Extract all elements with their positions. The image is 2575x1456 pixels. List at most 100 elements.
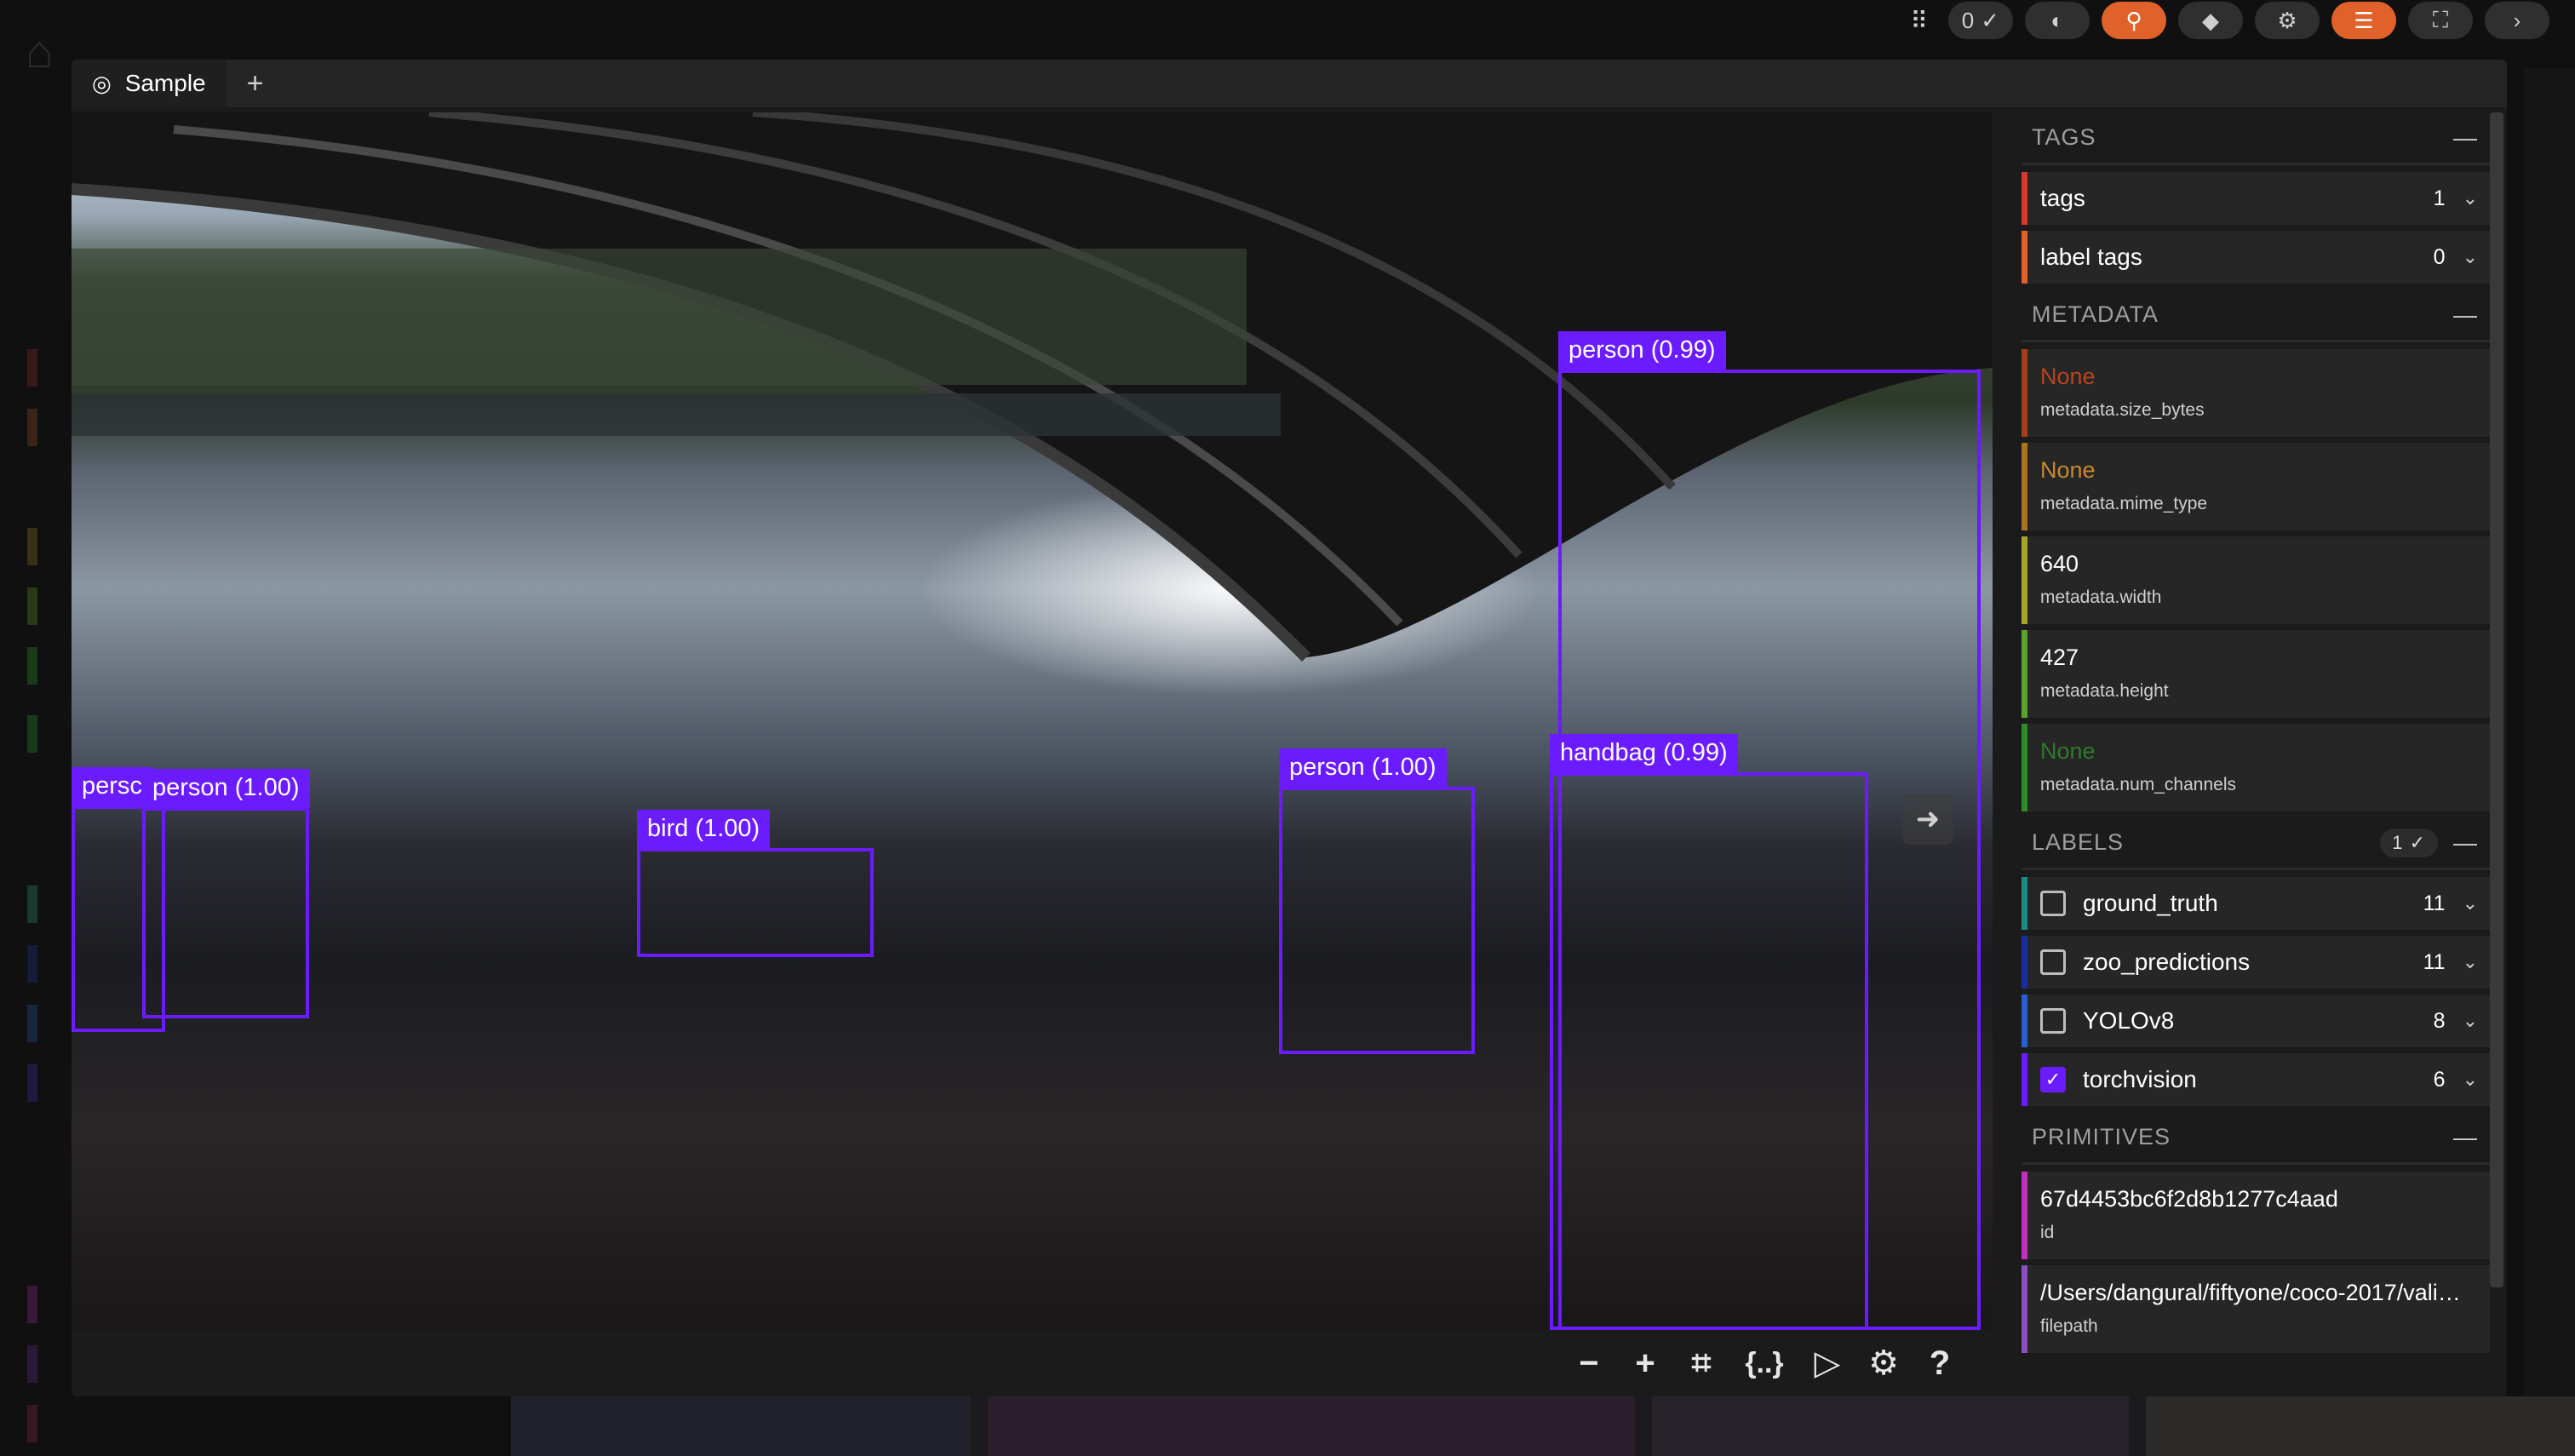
tags-group-header[interactable]: TAGS — bbox=[2022, 112, 2490, 165]
metadata-group-header[interactable]: METADATA — bbox=[2022, 289, 2490, 342]
bbox-label-handbag: handbag (0.99) bbox=[1550, 734, 1738, 772]
row-name: label tags bbox=[2040, 244, 2142, 270]
tags-header-title: TAGS bbox=[2032, 124, 2096, 150]
field-key: metadata.size_bytes bbox=[2040, 400, 2205, 420]
primitive-filepath[interactable]: /Users/dangural/fiftyone/coco-2017/vali…… bbox=[2022, 1265, 2490, 1353]
gear-icon[interactable]: ⚙ bbox=[2255, 2, 2320, 39]
zoom-in-icon[interactable]: + bbox=[1628, 1344, 1662, 1383]
color-bar bbox=[2022, 1172, 2027, 1259]
crop-icon[interactable]: ⌗ bbox=[1684, 1344, 1718, 1383]
image-viewer[interactable]: person (0.99) handbag (0.99) person (1.0… bbox=[72, 112, 1993, 1330]
field-key: metadata.num_channels bbox=[2040, 775, 2236, 794]
metadata-num-channels[interactable]: None metadata.num_channels bbox=[2022, 724, 2490, 811]
label-field-torchvision[interactable]: ✓ torchvision 6 ⌄ bbox=[2022, 1053, 2490, 1106]
label-tags-row[interactable]: label tags 0 ⌄ bbox=[2022, 231, 2490, 284]
bbox-label-person-edge: persc bbox=[72, 767, 152, 805]
collapse-icon[interactable]: — bbox=[2453, 301, 2478, 329]
sample-sidebar: TAGS — tags 1 ⌄ label tags 0 ⌄ METADATA … bbox=[2022, 112, 2490, 1396]
row-name: YOLOv8 bbox=[2083, 1007, 2175, 1034]
collapse-icon[interactable]: — bbox=[2453, 1124, 2478, 1151]
grid-dots-icon[interactable]: ⠿ bbox=[1902, 7, 1936, 35]
label-field-zoo-predictions[interactable]: zoo_predictions 11 ⌄ bbox=[2022, 936, 2490, 989]
checkbox[interactable] bbox=[2040, 949, 2066, 975]
background-sample-grid bbox=[511, 1396, 2575, 1456]
metadata-width[interactable]: 640 metadata.width bbox=[2022, 536, 2490, 624]
fullscreen-icon[interactable]: ⛶ bbox=[2408, 2, 2473, 39]
bbox-person-edge[interactable] bbox=[72, 805, 165, 1032]
row-name: zoo_predictions bbox=[2083, 949, 2251, 975]
field-value: 640 bbox=[2040, 551, 2079, 576]
bbox-person-red-shirt[interactable] bbox=[1279, 787, 1475, 1054]
chevron-down-icon[interactable]: ⌄ bbox=[2463, 246, 2478, 268]
color-bar bbox=[2022, 936, 2027, 989]
bbox-label-bird: bird (1.00) bbox=[637, 810, 771, 848]
label-field-yolov8[interactable]: YOLOv8 8 ⌄ bbox=[2022, 995, 2490, 1047]
bbox-handbag[interactable] bbox=[1550, 772, 1868, 1330]
checkbox[interactable] bbox=[2040, 891, 2066, 916]
chevron-right-icon[interactable]: › bbox=[2485, 2, 2549, 39]
selection-count-button[interactable]: 0 ✓ bbox=[1947, 2, 2013, 39]
metadata-size-bytes[interactable]: None metadata.size_bytes bbox=[2022, 349, 2490, 437]
labels-header-title: LABELS bbox=[2032, 829, 2125, 855]
chevron-down-icon[interactable]: ⌄ bbox=[2463, 951, 2478, 973]
primitives-group-header[interactable]: PRIMITIVES — bbox=[2022, 1112, 2490, 1165]
row-count: 1 bbox=[2433, 186, 2446, 210]
metadata-mime-type[interactable]: None metadata.mime_type bbox=[2022, 443, 2490, 530]
json-icon[interactable]: {..} bbox=[1741, 1347, 1788, 1380]
next-sample-arrow-icon[interactable]: ➜ bbox=[1902, 794, 1953, 845]
metadata-height[interactable]: 427 metadata.height bbox=[2022, 630, 2490, 718]
bbox-bird[interactable] bbox=[637, 848, 874, 957]
row-count: 6 bbox=[2433, 1067, 2446, 1092]
color-bar bbox=[2022, 995, 2027, 1047]
bbox-label-person-woman: person (0.99) bbox=[1558, 331, 1726, 370]
metadata-header-title: METADATA bbox=[2032, 301, 2159, 327]
tag-icon[interactable]: ◆ bbox=[2178, 2, 2243, 39]
label-field-ground-truth[interactable]: ground_truth 11 ⌄ bbox=[2022, 877, 2490, 930]
label-icon[interactable]: ▷ bbox=[1810, 1344, 1844, 1383]
search-icon[interactable]: ⚲ bbox=[2102, 2, 2166, 39]
collapse-icon[interactable]: — bbox=[2453, 829, 2478, 857]
color-bar bbox=[2022, 724, 2027, 811]
color-bar bbox=[2022, 172, 2027, 225]
bbox-label-person-red-shirt: person (1.00) bbox=[1279, 748, 1447, 787]
settings-icon[interactable]: ⚙ bbox=[1867, 1344, 1901, 1383]
labels-group-header[interactable]: LABELS 1 ✓ — bbox=[2022, 817, 2490, 870]
field-value: None bbox=[2040, 738, 2096, 764]
collapse-icon[interactable]: — bbox=[2453, 124, 2478, 152]
tags-row[interactable]: tags 1 ⌄ bbox=[2022, 172, 2490, 225]
field-key: filepath bbox=[2040, 1316, 2098, 1336]
add-tab-button[interactable]: + bbox=[247, 67, 264, 100]
checkbox[interactable] bbox=[2040, 1008, 2066, 1034]
chevron-down-icon[interactable]: ⌄ bbox=[2463, 1069, 2478, 1091]
color-bar bbox=[2022, 231, 2027, 284]
chevron-down-icon[interactable]: ⌄ bbox=[2463, 187, 2478, 209]
row-name: ground_truth bbox=[2083, 890, 2218, 916]
field-value: 427 bbox=[2040, 645, 2079, 670]
color-bar bbox=[2022, 443, 2027, 530]
modal-tab-bar: ◎ Sample + bbox=[72, 60, 2507, 107]
color-bar bbox=[2022, 877, 2027, 930]
labels-selected-pill[interactable]: 1 ✓ bbox=[2380, 828, 2438, 857]
tab-sample[interactable]: ◎ Sample bbox=[72, 60, 227, 107]
checkbox-checked[interactable]: ✓ bbox=[2040, 1067, 2066, 1092]
row-count: 11 bbox=[2423, 949, 2446, 974]
zoom-out-icon[interactable]: − bbox=[1572, 1344, 1606, 1383]
primitives-header-title: PRIMITIVES bbox=[2032, 1124, 2171, 1149]
palette-icon[interactable]: ◐ bbox=[2025, 2, 2090, 39]
field-value: /Users/dangural/fiftyone/coco-2017/vali… bbox=[2040, 1280, 2461, 1305]
color-bar bbox=[2022, 536, 2027, 624]
top-toolbar: ⠿ 0 ✓ ◐ ⚲ ◆ ⚙ ☰ ⛶ › bbox=[1902, 0, 2575, 41]
field-value: None bbox=[2040, 457, 2096, 483]
list-icon[interactable]: ☰ bbox=[2331, 2, 2396, 39]
sidebar-scrollbar[interactable] bbox=[2490, 112, 2503, 1287]
primitive-id[interactable]: 67d4453bc6f2d8b1277c4aad id bbox=[2022, 1172, 2490, 1259]
camera-icon: ◎ bbox=[92, 70, 112, 96]
background-right-panel bbox=[2524, 68, 2575, 1396]
row-count: 8 bbox=[2433, 1008, 2446, 1033]
chevron-down-icon[interactable]: ⌄ bbox=[2463, 1010, 2478, 1032]
help-icon[interactable]: ? bbox=[1923, 1344, 1957, 1383]
field-key: metadata.mime_type bbox=[2040, 494, 2208, 513]
chevron-down-icon[interactable]: ⌄ bbox=[2463, 892, 2478, 914]
bbox-person-sitting[interactable] bbox=[142, 807, 309, 1018]
field-value: None bbox=[2040, 364, 2096, 389]
